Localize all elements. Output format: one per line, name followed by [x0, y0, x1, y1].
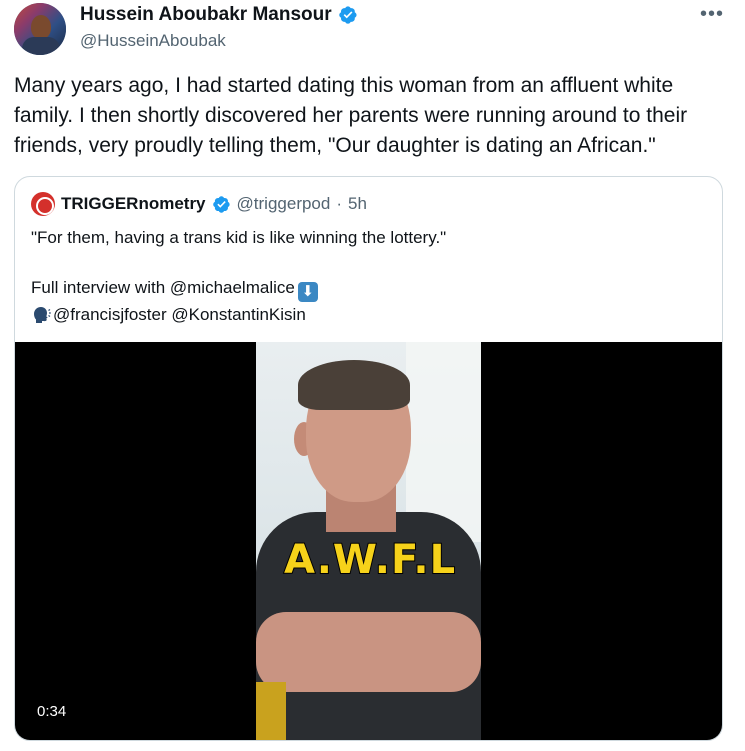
tweet[interactable]: Hussein Aboubakr Mansour @HusseinAboubak… — [0, 0, 745, 751]
quote-line — [31, 250, 711, 275]
down-arrow-emoji-icon: ⬇ — [297, 282, 318, 302]
author-handle[interactable]: @HusseinAboubak — [80, 31, 226, 51]
quote-author-name[interactable]: TRIGGERnometry — [61, 194, 206, 214]
quote-separator: · — [336, 194, 343, 213]
quote-line-mentions: @francisjfoster @KonstantinKisin — [31, 302, 711, 327]
quote-header: TRIGGERnometry @triggerpod · 5h — [31, 192, 367, 216]
quote-text: "For them, having a trans kid is like wi… — [31, 225, 711, 327]
video-player[interactable]: A.W.F.L 0:34 — [15, 342, 722, 740]
tweet-text: Many years ago, I had started dating thi… — [14, 74, 688, 157]
author-name[interactable]: Hussein Aboubakr Mansour — [80, 4, 332, 26]
author-name-row[interactable]: Hussein Aboubakr Mansour — [80, 4, 358, 26]
quote-time[interactable]: 5h — [348, 194, 367, 214]
quote-author-handle[interactable]: @triggerpod — [237, 194, 331, 214]
quote-verified-badge-icon — [212, 195, 230, 213]
quote-avatar[interactable] — [31, 192, 55, 216]
author-avatar[interactable] — [14, 3, 66, 55]
quoted-tweet[interactable]: TRIGGERnometry @triggerpod · 5h "For the… — [14, 176, 723, 741]
video-duration: 0:34 — [33, 702, 71, 721]
verified-badge-icon — [338, 6, 357, 24]
video-caption: A.W.F.L — [283, 536, 457, 584]
more-options-icon[interactable]: ••• — [700, 4, 724, 24]
video-frame: A.W.F.L — [256, 342, 481, 740]
speaking-head-emoji-icon — [34, 307, 51, 323]
quote-line: "For them, having a trans kid is like wi… — [31, 228, 447, 247]
quote-line-mention: Full interview with @michaelmalice ⬇ — [31, 275, 711, 302]
